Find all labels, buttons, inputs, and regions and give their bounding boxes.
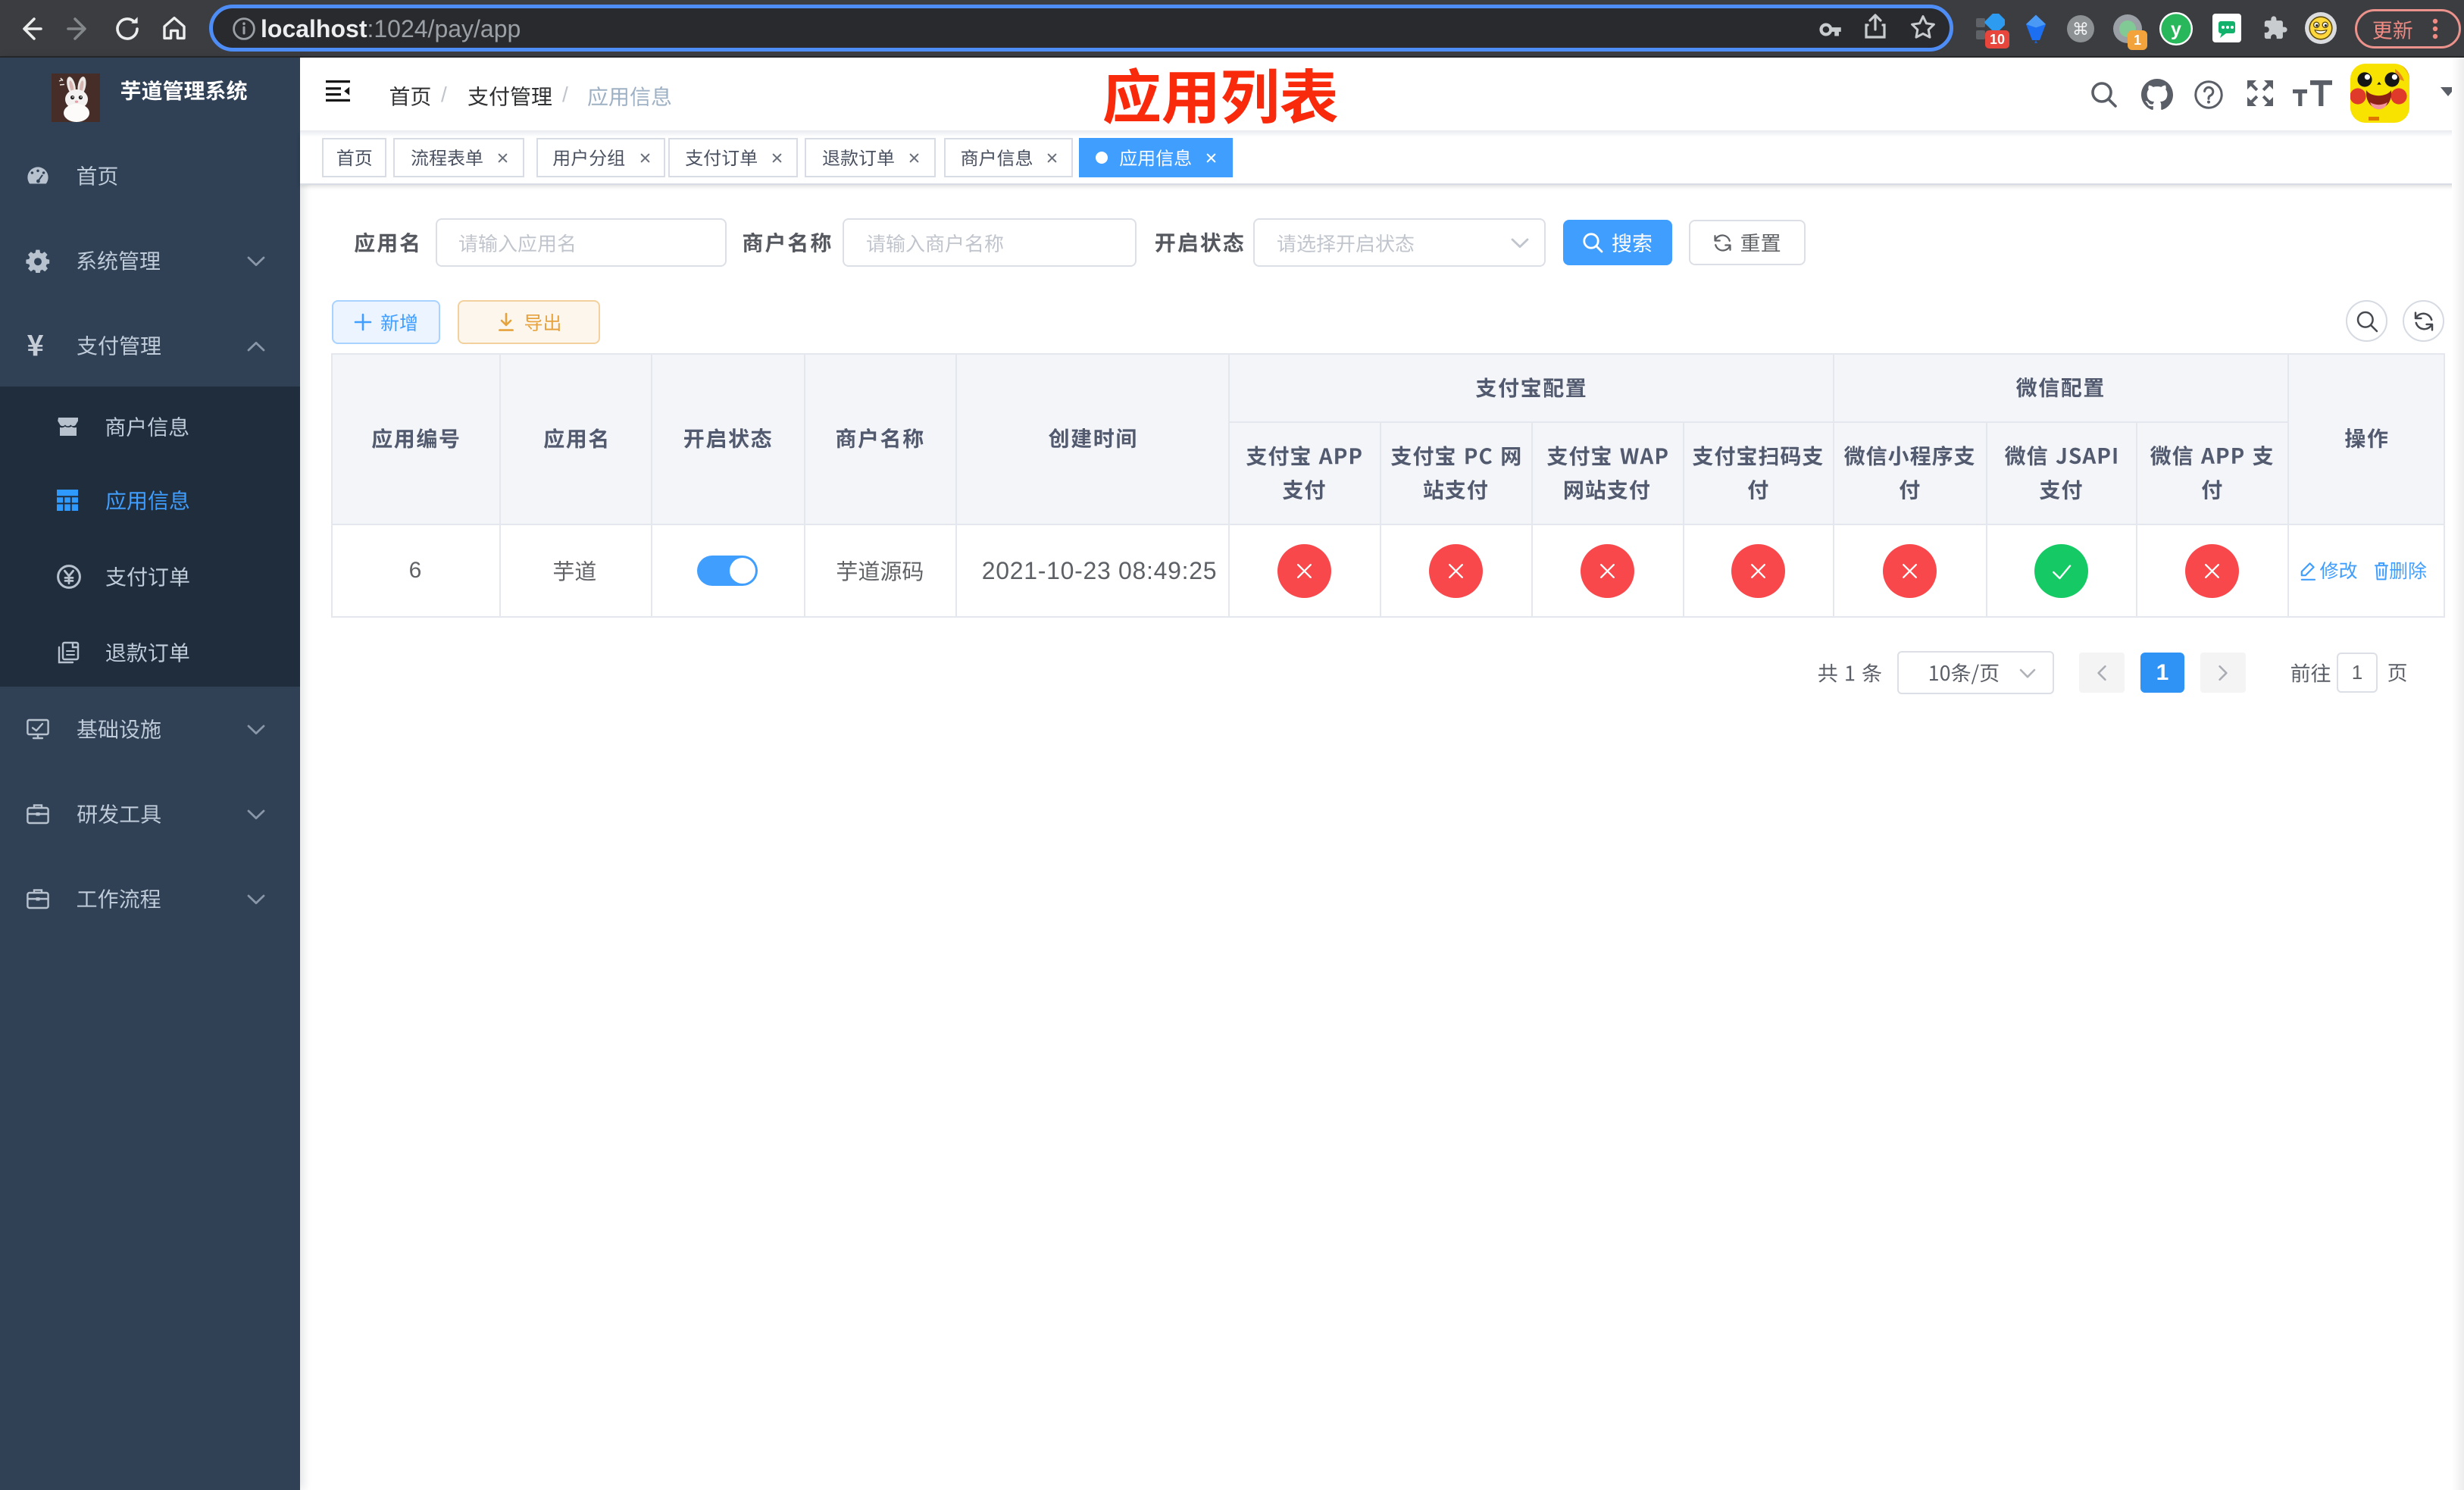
- svg-text:y: y: [2171, 19, 2181, 40]
- svg-text:⌘: ⌘: [2072, 20, 2089, 39]
